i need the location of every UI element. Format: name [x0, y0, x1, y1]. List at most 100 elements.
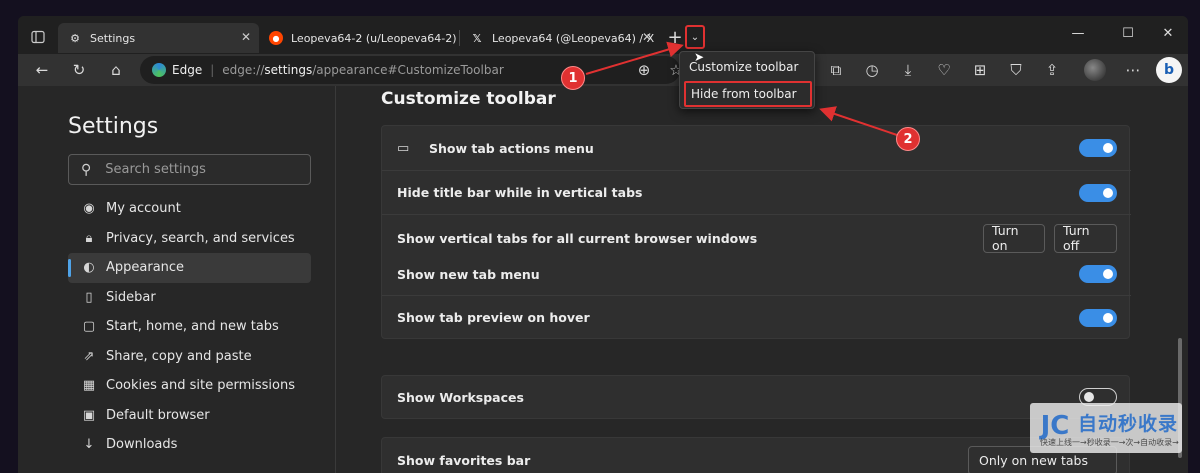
sidebar-item-my-account[interactable]: ◉ My account: [68, 194, 311, 224]
sidebar-item-label: Share, copy and paste: [106, 348, 252, 364]
setting-label: Show vertical tabs for all current brows…: [397, 230, 758, 246]
setting-row-tab-preview: Show tab preview on hover: [382, 296, 1131, 339]
screenshot-stage: ⚙ Settings ✕ ● Leopeva64-2 (u/Leopeva64-…: [0, 0, 1200, 473]
search-placeholder: Search settings: [105, 162, 206, 177]
tab-preview-toggle[interactable]: [1079, 308, 1117, 327]
browser-icon: ▣: [82, 407, 96, 423]
account-icon: ◉: [83, 201, 95, 217]
tab-actions-icon: ▭: [397, 140, 410, 156]
search-icon: ⚲: [81, 161, 92, 178]
settings-content: Settings ⚲ Search settings ◉ My account …: [18, 86, 1188, 473]
sidebar-item-label: Appearance: [106, 260, 185, 276]
close-window-button[interactable]: ✕: [1154, 22, 1182, 44]
mouse-cursor-icon: ➤: [694, 50, 705, 64]
sidebar-item-share-copy[interactable]: ⇗ Share, copy and paste: [68, 342, 311, 372]
tab-actions-menu-icon[interactable]: [24, 23, 52, 51]
watermark-title: 自动秒收录: [1078, 413, 1179, 435]
toolbar-settings-card: ▭ Show tab actions menu Hide title bar w…: [381, 125, 1131, 339]
sidebar-nav: ◉ My account 🔒︎ Privacy, search, and ser…: [68, 194, 311, 460]
address-divider: |: [210, 63, 215, 77]
download-icon[interactable]: ⤓: [896, 58, 920, 82]
address-brand: Edge: [172, 63, 203, 77]
page-title: Customize toolbar: [381, 89, 556, 109]
sidebar-item-label: Sidebar: [106, 289, 156, 305]
new-tab-button[interactable]: +: [664, 26, 686, 48]
sidebar-title: Settings: [68, 114, 159, 139]
cookie-icon: ▦: [82, 378, 96, 394]
zoom-icon[interactable]: ⊕: [632, 58, 656, 82]
setting-label: Show tab preview on hover: [397, 310, 590, 325]
maximize-button[interactable]: ☐: [1114, 22, 1142, 44]
browser-essentials-icon[interactable]: ⛉: [1004, 58, 1028, 82]
annotation-badge-2: 2: [896, 127, 920, 151]
tab-label: Leopeva64-2 (u/Leopeva64-2) - R: [291, 31, 459, 45]
chevron-down-icon: ⌄: [690, 31, 700, 43]
close-icon[interactable]: ✕: [241, 30, 251, 44]
hide-title-bar-toggle[interactable]: [1079, 183, 1117, 202]
sidebar-item-cookies[interactable]: ▦ Cookies and site permissions: [68, 371, 311, 401]
copilot-icon[interactable]: b: [1156, 57, 1182, 83]
avatar[interactable]: [1084, 59, 1106, 81]
sidebar-item-label: Cookies and site permissions: [106, 378, 295, 394]
share-icon[interactable]: ⇪: [1040, 58, 1064, 82]
new-tab-menu-toggle[interactable]: [1079, 265, 1117, 283]
setting-label: Hide title bar while in vertical tabs: [397, 185, 643, 200]
annotation-badge-1: 1: [561, 66, 585, 90]
turn-off-button[interactable]: Turn off: [1054, 223, 1117, 253]
close-icon[interactable]: ✕: [642, 30, 652, 44]
refresh-icon[interactable]: ↻: [67, 58, 91, 82]
workspaces-card: Show Workspaces: [381, 375, 1130, 419]
extensions-icon[interactable]: ⊞: [968, 58, 992, 82]
sidebar-item-privacy[interactable]: 🔒︎ Privacy, search, and services: [68, 224, 311, 254]
sidebar-item-appearance[interactable]: ◐ Appearance: [68, 253, 311, 283]
setting-row-new-tab-menu: Show new tab menu: [382, 256, 1131, 292]
tab-dropdown-button[interactable]: ⌄: [685, 25, 705, 49]
browser-toolbar: ← ↻ ⌂ Edge | edge:// settings /appearanc…: [18, 54, 1188, 86]
minimize-button[interactable]: —: [1064, 22, 1092, 44]
tab-x[interactable]: 𝕏 Leopeva64 (@Leopeva64) / X ✕: [460, 23, 660, 53]
tab-actions-toggle[interactable]: [1079, 139, 1117, 157]
setting-label: Show Workspaces: [397, 389, 524, 405]
menu-item-hide-from-toolbar[interactable]: Hide from toolbar: [684, 81, 812, 107]
search-input[interactable]: ⚲ Search settings: [68, 154, 311, 185]
sidebar-item-label: Downloads: [106, 437, 178, 453]
tab-label: Leopeva64 (@Leopeva64) / X: [492, 31, 655, 45]
setting-row-hide-title-bar: Hide title bar while in vertical tabs: [382, 171, 1131, 214]
tab-label: Settings: [90, 31, 136, 45]
download-icon: ↓: [83, 437, 95, 453]
watermark-subtitle: 快速上线一→秒收录一→次→自动收录→: [1040, 438, 1179, 447]
more-options-icon[interactable]: ⋯: [1121, 58, 1145, 82]
home-icon: ▢: [82, 319, 96, 335]
address-bar[interactable]: Edge | edge:// settings /appearance#Cust…: [140, 56, 680, 84]
sidebar-item-label: My account: [106, 201, 181, 217]
share-icon: ⇗: [83, 348, 95, 364]
setting-row-vertical-tabs: Show vertical tabs for all current brows…: [382, 215, 1131, 261]
lock-icon: 🔒︎: [85, 230, 93, 246]
tab-settings[interactable]: ⚙ Settings ✕: [58, 23, 259, 53]
browser-window: ⚙ Settings ✕ ● Leopeva64-2 (u/Leopeva64-…: [18, 16, 1188, 473]
back-arrow-icon[interactable]: ←: [30, 58, 54, 82]
tab-strip: ⚙ Settings ✕ ● Leopeva64-2 (u/Leopeva64-…: [18, 16, 1188, 54]
health-icon[interactable]: ♡: [932, 58, 956, 82]
url-host: settings: [264, 63, 313, 77]
history-icon[interactable]: ◷: [860, 58, 884, 82]
sidebar-item-label: Start, home, and new tabs: [106, 319, 279, 335]
turn-on-button[interactable]: Turn on: [983, 223, 1045, 253]
tab-reddit[interactable]: ● Leopeva64-2 (u/Leopeva64-2) - R: [259, 23, 459, 53]
url-scheme: edge://: [222, 63, 265, 77]
gear-icon: ⚙: [70, 31, 80, 45]
sidebar-item-sidebar[interactable]: ▯ Sidebar: [68, 283, 311, 313]
sidebar-item-default-browser[interactable]: ▣ Default browser: [68, 401, 311, 431]
sidebar-item-start-home[interactable]: ▢ Start, home, and new tabs: [68, 312, 311, 342]
favorites-bar-card: Show favorites bar Only on new tabs: [381, 437, 1130, 473]
sidebar-icon: ▯: [85, 289, 93, 305]
setting-row-favorites-bar: Show favorites bar Only on new tabs: [382, 438, 1131, 473]
edge-logo-icon: [152, 63, 166, 77]
x-icon: 𝕏: [472, 31, 482, 45]
home-icon[interactable]: ⌂: [104, 58, 128, 82]
setting-row-workspaces: Show Workspaces: [382, 376, 1131, 418]
sidebar-item-downloads[interactable]: ↓ Downloads: [68, 430, 311, 460]
setting-row-tab-actions: ▭ Show tab actions menu: [382, 126, 1131, 170]
collections-icon[interactable]: ⧉: [824, 58, 848, 82]
settings-sidebar: Settings ⚲ Search settings ◉ My account …: [18, 86, 336, 473]
